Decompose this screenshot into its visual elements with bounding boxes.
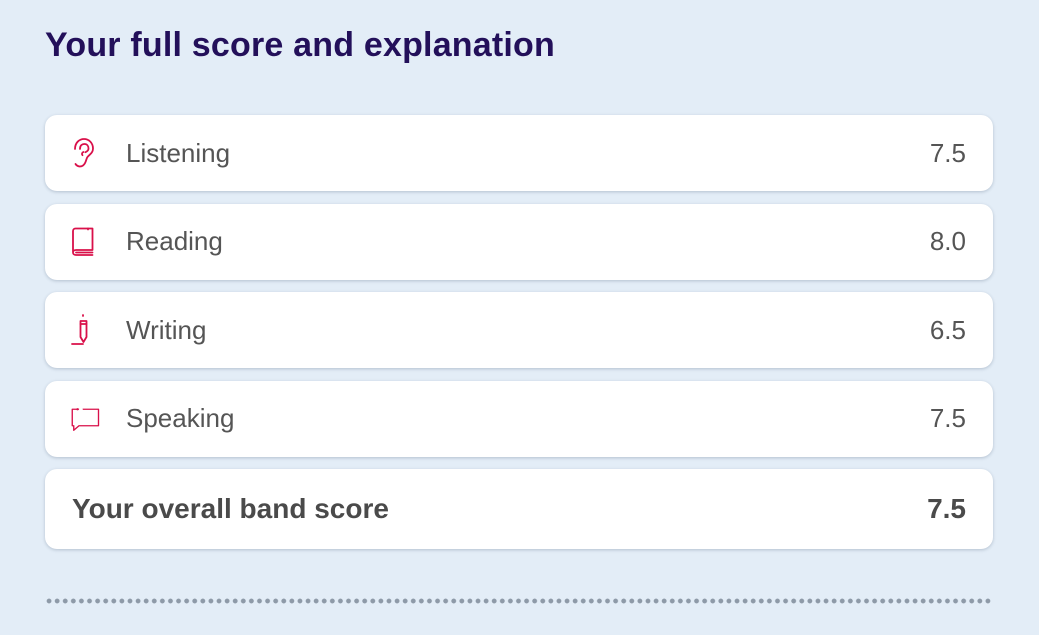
- score-row-writing: Writing 6.5: [45, 292, 993, 368]
- score-label: Speaking: [126, 403, 235, 433]
- page-title: Your full score and explanation: [45, 26, 555, 64]
- overall-score-label: Your overall band score: [72, 493, 389, 524]
- ear-icon: [70, 136, 100, 170]
- score-label: Listening: [126, 137, 231, 168]
- score-value: 7.5: [929, 137, 966, 168]
- score-row-reading: Reading 8.0: [45, 203, 993, 280]
- pen-icon: [70, 313, 100, 347]
- score-row-speaking: Speaking 7.5: [45, 380, 993, 457]
- dotted-divider: [45, 598, 993, 604]
- score-value: 8.0: [929, 226, 966, 256]
- score-value: 7.5: [929, 403, 966, 433]
- speech-bubble-icon: [70, 402, 100, 436]
- score-row-listening: Listening 7.5: [45, 115, 993, 191]
- score-label: Writing: [126, 314, 207, 345]
- book-icon: [70, 225, 100, 259]
- score-list: Listening 7.5 Reading 8.0 Writing 6.5 Sp…: [45, 115, 993, 562]
- overall-score-value: 7.5: [927, 493, 966, 524]
- score-value: 6.5: [929, 314, 966, 345]
- overall-score-row: Your overall band score 7.5: [45, 469, 993, 549]
- score-label: Reading: [126, 226, 223, 256]
